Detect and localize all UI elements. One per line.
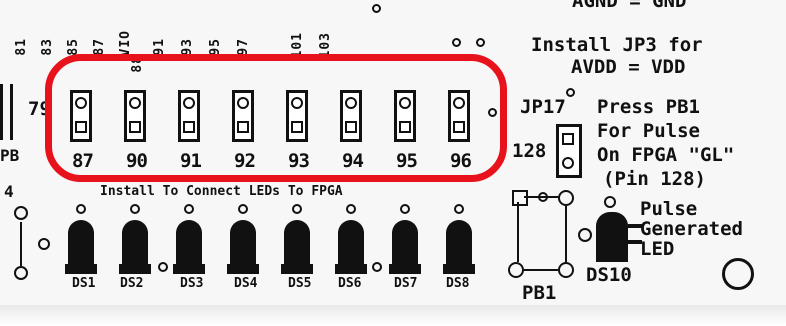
via-circle [14,206,28,220]
trace-line [565,206,567,262]
led-rim [119,264,151,274]
via-circle [566,88,575,97]
mounting-hole [722,258,754,290]
led-rim [281,264,313,274]
install-note: Install To Connect LEDs To FPGA [100,184,343,199]
vertical-label: 97 [236,38,251,56]
led-label: DS8 [446,276,470,291]
left-connector-edge [10,84,13,140]
led-label: DS6 [338,276,362,291]
pb1-outline [512,190,528,206]
led-rim [335,264,367,274]
jp3-note-line2: AVDD = VDD [571,56,686,78]
vertical-label: 95 [208,38,223,56]
jp17-line1: Press PB1 [597,96,700,118]
led-pad [238,204,248,214]
ds10-pad [578,228,592,242]
vertical-label: VIO [118,30,133,57]
vertical-label: 93 [180,38,195,56]
led-pad [76,204,86,214]
led-body [446,232,472,266]
via-circle [452,38,461,47]
led-body [392,232,418,266]
vertical-label: 87 [92,38,107,56]
vertical-label: 85 [66,38,81,56]
jp17-label: JP17 [520,96,566,118]
via-circle [372,262,382,272]
led-body [230,232,256,266]
vertical-label: 81 [14,38,29,56]
jumper-pin [562,157,574,169]
pb1-pad [558,262,574,278]
via-circle [476,38,485,47]
led-label: DS2 [120,276,144,291]
led-label: DS1 [72,276,96,291]
trace-line [524,269,558,271]
led-pad [400,204,410,214]
ds10-line3: LED [640,238,675,260]
ds10-line2: Generated [640,218,743,240]
via-circle [158,262,168,272]
pcb-silkscreen: AGND = GND 81 83 85 87 VIO 88 91 93 95 9… [0,0,786,326]
led-body [122,232,148,266]
led-body [284,232,310,266]
trace-line [20,222,22,266]
jp17-line4: (Pin 128) [603,168,706,190]
jp17-line2: For Pulse [597,120,700,142]
vertical-label: 83 [40,38,55,56]
jp17-pin-label: 128 [512,140,547,162]
jp17-line3: On FPGA "GL" [597,144,735,166]
ds10-label: DS10 [586,264,632,286]
led-pad [346,204,356,214]
led-rim [227,264,259,274]
highlight-ring [45,54,507,182]
led-pad [130,204,140,214]
led-rim [443,264,475,274]
trace-line [524,196,560,198]
pb1-pad [508,262,524,278]
led-body [176,232,202,266]
led-pad [454,204,464,214]
num4-label: 4 [4,182,14,201]
page-bottom-edge [0,305,786,326]
led-rim [173,264,205,274]
trace-line [517,202,519,262]
led-pad [292,204,302,214]
via-circle [372,4,381,13]
led-pad [184,204,194,214]
led-rim [65,264,97,274]
jp3-note-line1: Install JP3 for [531,34,703,56]
led-rim [389,264,421,274]
led-label: DS5 [288,276,312,291]
ds10-line1: Pulse [640,198,698,220]
pb1-pad [558,190,574,206]
pb-label: PB [0,146,20,165]
vertical-label: 91 [152,38,167,56]
jumper-pin [562,133,574,145]
jp17-jumper[interactable] [556,124,582,178]
led-label: DS4 [234,276,258,291]
via-circle [38,238,50,250]
led-body [68,232,94,266]
pb1-label: PB1 [522,282,557,304]
ds10-body [596,212,628,262]
led-body [338,232,364,266]
agnd-label: AGND = GND [572,0,687,12]
led-label: DS3 [180,276,204,291]
via-circle [604,196,616,208]
via-circle [14,266,28,280]
left-connector-edge [0,84,3,140]
led-label: DS7 [394,276,418,291]
